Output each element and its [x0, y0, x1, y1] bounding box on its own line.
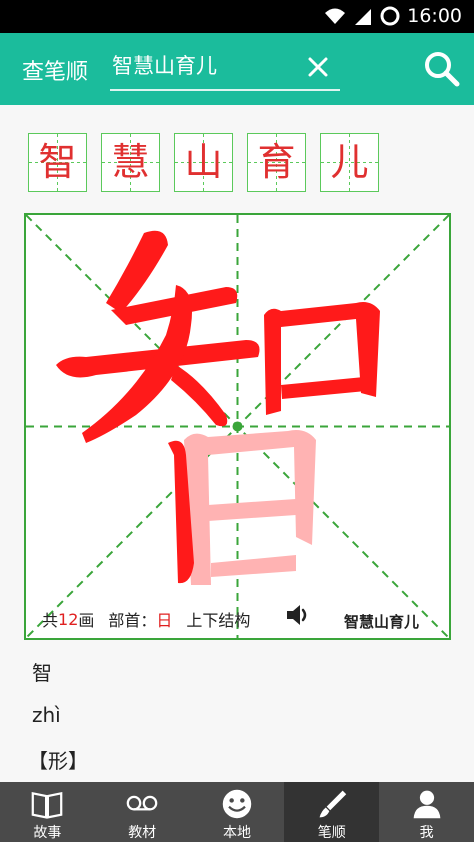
tab-label: 教材: [128, 825, 157, 841]
search-underline: [110, 89, 340, 91]
stroke-count: 12: [58, 609, 79, 629]
stroke-done: [264, 302, 380, 415]
stroke-prefix: 共: [42, 611, 59, 630]
book-icon: [32, 791, 63, 819]
app-bar: 查笔顺: [0, 33, 474, 105]
tab-local[interactable]: 本地: [190, 782, 285, 842]
detail-pinyin: zhì: [32, 703, 61, 727]
stroke-pending: [211, 555, 296, 577]
center-mark: [232, 421, 243, 432]
char-tile-2[interactable]: 慧: [101, 133, 160, 192]
char-tile-label: 育: [257, 140, 296, 184]
tab-label: 故事: [33, 825, 62, 841]
stroke-done: [281, 377, 366, 399]
detail-character: 智: [32, 661, 52, 685]
char-tile-label: 慧: [111, 140, 150, 184]
detail-section-form: 【形】: [28, 749, 88, 773]
radical-value: 日: [156, 611, 173, 630]
status-icons: 16:00: [323, 5, 462, 27]
clear-button[interactable]: [302, 49, 334, 85]
smiley-icon: [222, 789, 252, 819]
character-list: 智 慧 山 育 儿: [28, 133, 379, 192]
stroke-suffix: 画: [78, 611, 95, 630]
radical-label: 部首：: [108, 611, 157, 630]
sound-button[interactable]: [284, 601, 312, 629]
app-title: 查笔顺: [22, 60, 89, 85]
char-tile-3[interactable]: 山: [174, 133, 233, 192]
speaker-icon: [287, 605, 307, 625]
char-tile-label: 智: [38, 140, 77, 184]
char-tile-5[interactable]: 儿: [320, 133, 379, 192]
brush-icon: [319, 790, 347, 818]
tab-label: 我: [419, 825, 434, 841]
content-area: 智 慧 山 育 儿 共 12 画 部首： 日 上下结构 智慧山育儿 智 zhì …: [0, 105, 474, 782]
stroke-info: 共 12 画 部首： 日 上下结构: [42, 607, 250, 631]
search-button[interactable]: [422, 49, 462, 89]
tab-textbook[interactable]: 教材: [95, 782, 190, 842]
char-tile-4[interactable]: 育: [247, 133, 306, 192]
stroke-order-grid[interactable]: 共 12 画 部首： 日 上下结构 智慧山育儿: [24, 213, 451, 640]
character-strokes: [56, 230, 380, 585]
tab-stroke-order[interactable]: 笔顺: [284, 782, 380, 842]
tab-me[interactable]: 我: [379, 782, 474, 842]
char-tile-label: 山: [184, 140, 223, 184]
stroke-done: [171, 365, 228, 427]
status-bar: 16:00: [0, 0, 474, 33]
char-tile-1[interactable]: 智: [28, 133, 87, 192]
signal-icon: [355, 9, 372, 25]
person-icon: [413, 790, 440, 819]
sync-icon: [380, 6, 400, 26]
tab-label: 笔顺: [317, 825, 346, 841]
watermark-label: 智慧山育儿: [343, 613, 419, 631]
char-tile-label: 儿: [330, 140, 369, 184]
structure-label: 上下结构: [186, 611, 251, 630]
close-icon: [308, 57, 328, 77]
tab-story[interactable]: 故事: [0, 782, 95, 842]
wifi-icon: [325, 8, 346, 24]
search-icon: [425, 52, 460, 87]
stroke-pending: [208, 499, 296, 521]
tape-icon: [126, 795, 158, 811]
bottom-tab-bar: 故事 教材 本地 笔顺 我: [0, 782, 474, 842]
tab-label: 本地: [222, 825, 251, 841]
status-time: 16:00: [407, 5, 462, 27]
